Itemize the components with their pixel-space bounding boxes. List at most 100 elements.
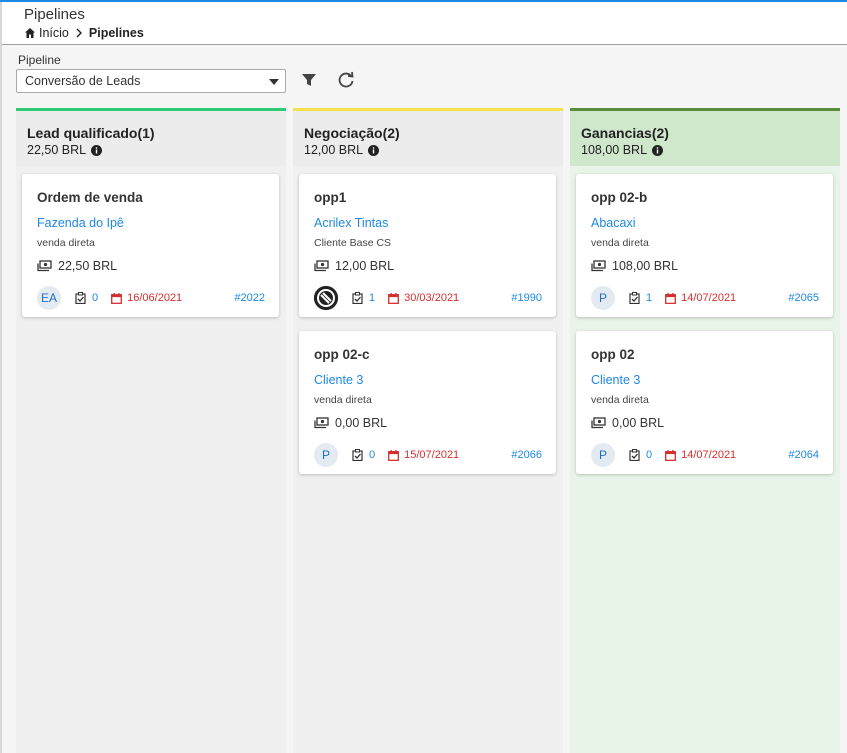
- column-total: 108,00 BRL: [581, 143, 664, 157]
- task-check-icon: [75, 292, 86, 304]
- opportunity-card[interactable]: Ordem de venda Fazenda do Ipê venda dire…: [22, 174, 279, 317]
- card-ref-link[interactable]: #2065: [788, 292, 819, 304]
- due-date-value: 30/03/2021: [404, 292, 460, 304]
- chevron-right-icon: [75, 28, 83, 38]
- card-type: venda direta: [314, 394, 372, 406]
- refresh-button[interactable]: [335, 69, 357, 91]
- avatar[interactable]: P: [314, 443, 338, 467]
- column-title: Negociação(2): [304, 125, 400, 141]
- card-ref-link[interactable]: #2022: [234, 292, 265, 304]
- column-total-value: 22,50 BRL: [27, 143, 87, 157]
- task-check-icon: [352, 292, 363, 304]
- info-icon[interactable]: [91, 144, 103, 156]
- card-title: opp 02: [591, 347, 635, 362]
- card-value-text: 0,00 BRL: [335, 416, 388, 430]
- card-ref-link[interactable]: #2066: [511, 449, 542, 461]
- home-icon[interactable]: [24, 27, 36, 39]
- column-header: Negociação(2) 12,00 BRL: [293, 108, 563, 166]
- card-ref-link[interactable]: #2064: [788, 449, 819, 461]
- breadcrumb-current: Pipelines: [88, 26, 144, 40]
- card-company-link[interactable]: Abacaxi: [591, 216, 635, 230]
- card-title: opp 02-c: [314, 347, 370, 362]
- card-value-text: 12,00 BRL: [335, 259, 395, 273]
- opportunity-card[interactable]: opp 02-c Cliente 3 venda direta 0,00 BRL…: [299, 331, 556, 474]
- card-title: Ordem de venda: [37, 190, 143, 205]
- card-value: 108,00 BRL: [591, 259, 678, 273]
- calendar-icon: [388, 292, 400, 304]
- card-type: venda direta: [37, 237, 95, 249]
- card-company-link[interactable]: Cliente 3: [314, 373, 363, 387]
- calendar-icon: [665, 449, 677, 461]
- filter-icon: [302, 74, 316, 86]
- calendar-icon: [388, 449, 400, 461]
- column-total-value: 12,00 BRL: [304, 143, 364, 157]
- column-lead-qualificado: Lead qualificado(1) 22,50 BRL Ordem de v…: [16, 108, 286, 753]
- card-value: 0,00 BRL: [314, 416, 387, 430]
- column-header: Lead qualificado(1) 22,50 BRL: [16, 108, 286, 166]
- tasks-count[interactable]: 0: [352, 449, 375, 461]
- tasks-count-value: 1: [369, 292, 376, 304]
- column-total-value: 108,00 BRL: [581, 143, 648, 157]
- card-value-text: 22,50 BRL: [58, 259, 118, 273]
- column-title: Lead qualificado(1): [27, 125, 155, 141]
- column-body: opp1 Acrilex Tintas Cliente Base CS 12,0…: [293, 166, 563, 753]
- tasks-count[interactable]: 1: [629, 292, 652, 304]
- tasks-count-value: 0: [369, 449, 376, 461]
- column-total: 12,00 BRL: [304, 143, 380, 157]
- card-type: venda direta: [591, 394, 649, 406]
- filter-button[interactable]: [298, 69, 320, 91]
- avatar[interactable]: P: [591, 443, 615, 467]
- calendar-icon: [665, 292, 677, 304]
- tasks-count[interactable]: 0: [629, 449, 652, 461]
- avatar[interactable]: P: [591, 286, 615, 310]
- opportunity-card[interactable]: opp1 Acrilex Tintas Cliente Base CS 12,0…: [299, 174, 556, 317]
- calendar-icon: [111, 292, 123, 304]
- card-type: venda direta: [591, 237, 649, 249]
- pipeline-select-value: Conversão de Leads: [25, 74, 141, 88]
- card-company-link[interactable]: Acrilex Tintas: [314, 216, 388, 230]
- card-title: opp1: [314, 190, 347, 205]
- due-date: 15/07/2021: [388, 449, 459, 461]
- info-icon[interactable]: [368, 144, 380, 156]
- opportunity-card[interactable]: opp 02 Cliente 3 venda direta 0,00 BRL P…: [576, 331, 833, 474]
- card-footer: P 0 14/07/2021 #2064: [591, 443, 819, 467]
- column-header: Ganancias(2) 108,00 BRL: [570, 108, 840, 166]
- task-check-icon: [629, 449, 640, 461]
- card-ref-link[interactable]: #1990: [511, 292, 542, 304]
- tasks-count-value: 0: [646, 449, 653, 461]
- company-logo-avatar[interactable]: [314, 286, 338, 310]
- card-company-link[interactable]: Fazenda do Ipê: [37, 216, 124, 230]
- breadcrumb: Início Pipelines: [24, 26, 144, 40]
- tasks-count-value: 0: [92, 292, 99, 304]
- task-check-icon: [629, 292, 640, 304]
- opportunity-card[interactable]: opp 02-b Abacaxi venda direta 108,00 BRL…: [576, 174, 833, 317]
- column-title: Ganancias(2): [581, 125, 669, 141]
- due-date-value: 14/07/2021: [681, 292, 737, 304]
- money-icon: [591, 260, 606, 272]
- card-footer: P 1 14/07/2021 #2065: [591, 286, 819, 310]
- column-negociacao: Negociação(2) 12,00 BRL opp1 Acrilex Tin…: [293, 108, 563, 753]
- card-value: 0,00 BRL: [591, 416, 664, 430]
- card-value-text: 108,00 BRL: [612, 259, 679, 273]
- money-icon: [591, 417, 606, 429]
- refresh-icon: [338, 71, 354, 88]
- card-value-text: 0,00 BRL: [612, 416, 665, 430]
- due-date: 14/07/2021: [665, 449, 736, 461]
- card-title: opp 02-b: [591, 190, 648, 205]
- avatar[interactable]: EA: [37, 286, 61, 310]
- tasks-count[interactable]: 0: [75, 292, 98, 304]
- pipeline-select[interactable]: Conversão de Leads: [16, 69, 286, 93]
- card-footer: P 0 15/07/2021 #2066: [314, 443, 542, 467]
- tasks-count[interactable]: 1: [352, 292, 375, 304]
- card-footer: 1 30/03/2021 #1990: [314, 286, 542, 310]
- pipeline-label: Pipeline: [18, 53, 61, 67]
- card-company-link[interactable]: Cliente 3: [591, 373, 640, 387]
- info-icon[interactable]: [652, 144, 664, 156]
- task-check-icon: [352, 449, 363, 461]
- due-date-value: 14/07/2021: [681, 449, 737, 461]
- left-edge: [0, 2, 2, 753]
- due-date: 30/03/2021: [388, 292, 459, 304]
- breadcrumb-home[interactable]: Início: [39, 26, 69, 40]
- card-type: Cliente Base CS: [314, 237, 392, 249]
- company-logo-icon: [314, 286, 338, 310]
